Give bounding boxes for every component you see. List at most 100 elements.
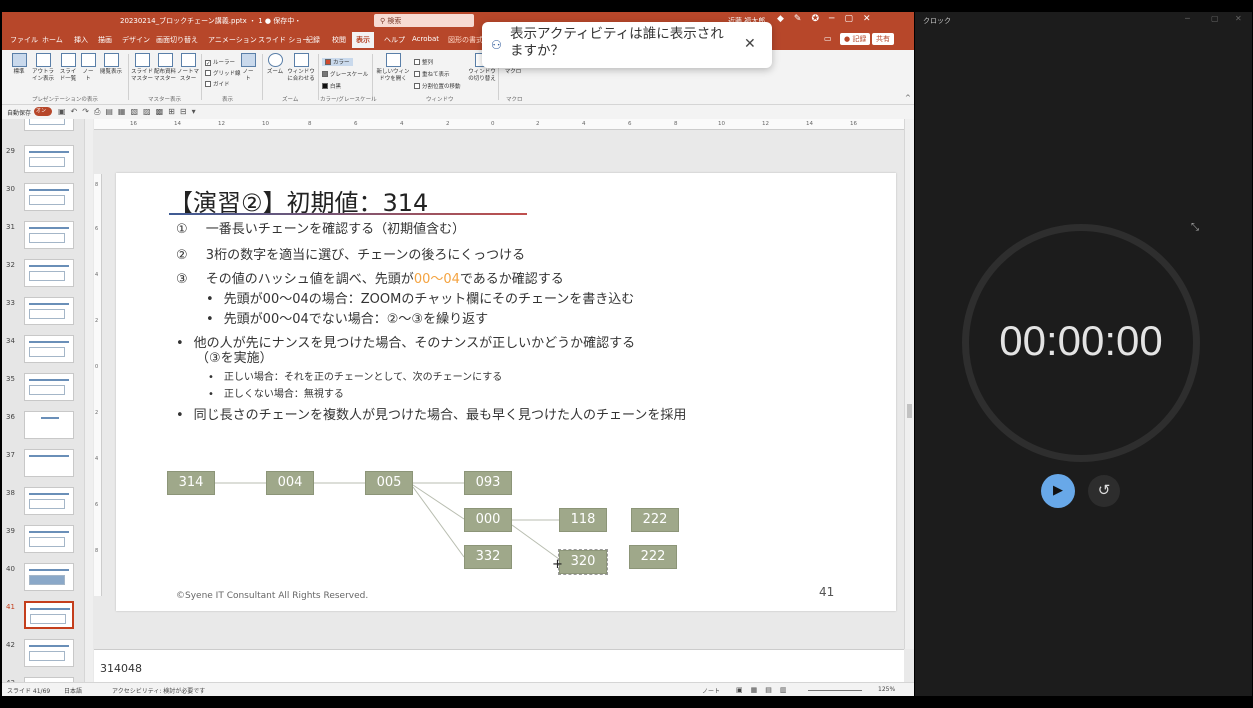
compact-overlay-icon[interactable]: ⤡: [1191, 222, 1199, 233]
color-button[interactable]: カラー: [322, 58, 353, 66]
quick-access-icons[interactable]: ▣↶↷⎙▤▦▧▨▩⊞⊟▾: [58, 107, 201, 117]
autosave-toggle[interactable]: オン: [34, 107, 52, 116]
share-button[interactable]: 共有: [872, 33, 894, 45]
minimize-icon[interactable]: ─: [829, 14, 834, 24]
record-button[interactable]: ● 記録: [840, 33, 871, 45]
chain-node[interactable]: 314: [167, 471, 215, 495]
normal-view-button[interactable]: 標準: [8, 53, 30, 76]
tab-shape-format[interactable]: 図形の書式: [448, 35, 483, 45]
close-icon[interactable]: ✕: [744, 36, 756, 52]
tab-file[interactable]: ファイル: [10, 35, 38, 45]
thumbnail-item[interactable]: 33: [6, 297, 82, 333]
thumbnail-item[interactable]: 38: [6, 487, 82, 523]
chain-node[interactable]: 004: [266, 471, 314, 495]
thumbnail-item[interactable]: 32: [6, 259, 82, 295]
chain-node[interactable]: 093: [464, 471, 512, 495]
cascade-icon: [414, 71, 420, 77]
tab-view[interactable]: 表示: [352, 32, 374, 48]
notes-page-icon: [80, 53, 96, 67]
thumbnail-item[interactable]: 30: [6, 183, 82, 219]
close-icon[interactable]: ✕: [1235, 14, 1242, 23]
chain-node[interactable]: 222: [631, 508, 679, 532]
language-indicator[interactable]: 日本語: [64, 686, 82, 695]
thumbnail-scrollbar[interactable]: [84, 119, 93, 682]
thumbnail-item[interactable]: 42: [6, 639, 82, 675]
chain-node[interactable]: 332: [464, 545, 512, 569]
ribbon: 標準 アウトライン表示 スライド一覧 ノート 閲覧表示 スライドマスター 配布資…: [2, 50, 914, 105]
thumbnail-item[interactable]: 39: [6, 525, 82, 561]
zoom-level[interactable]: 125%: [878, 686, 895, 693]
reset-button[interactable]: ↺: [1088, 475, 1120, 507]
cascade-button[interactable]: 重ねて表示: [414, 70, 450, 78]
thumbnail-item[interactable]: 31: [6, 221, 82, 257]
thumbnail-item[interactable]: 37: [6, 449, 82, 485]
tab-transitions[interactable]: 画面切り替え: [156, 35, 198, 45]
pen-icon[interactable]: ✎: [794, 14, 802, 24]
tab-record[interactable]: 記録: [306, 35, 320, 45]
handout-master-button[interactable]: 配布資料マスター: [154, 53, 176, 83]
tab-design[interactable]: デザイン: [122, 35, 150, 45]
accessibility-status[interactable]: アクセシビリティ: 検討が必要です: [112, 686, 205, 695]
thumbnail-item-selected[interactable]: 41: [6, 601, 82, 637]
chain-node[interactable]: 222: [629, 545, 677, 569]
minimize-icon[interactable]: ─: [1185, 14, 1190, 23]
notes-master-button[interactable]: ノートマスター: [177, 53, 199, 83]
chain-node-selected[interactable]: 320: [558, 549, 608, 575]
slide-master-button[interactable]: スライドマスター: [131, 53, 153, 83]
notes-toggle-button[interactable]: ノート: [240, 53, 256, 83]
play-button[interactable]: ▶: [1041, 474, 1075, 508]
guide-checkbox[interactable]: ガイド: [205, 80, 230, 88]
diamond-icon[interactable]: ◆: [777, 14, 784, 24]
tab-slideshow[interactable]: スライド ショー: [258, 35, 309, 45]
zoom-slider[interactable]: [808, 690, 862, 691]
move-split-button[interactable]: 分割位置の移動: [414, 82, 461, 90]
thumbnail-item[interactable]: 35: [6, 373, 82, 409]
notes-page-button[interactable]: ノート: [80, 53, 96, 83]
vertical-scrollbar[interactable]: [904, 119, 914, 649]
notes-toggle[interactable]: ノート: [702, 686, 720, 695]
search-box[interactable]: ⚲ 検索: [374, 14, 474, 27]
arrange-all-button[interactable]: 整列: [414, 58, 433, 66]
tab-insert[interactable]: 挿入: [74, 35, 88, 45]
scrollbar-thumb[interactable]: [907, 404, 912, 418]
outline-view-button[interactable]: アウトライン表示: [30, 53, 56, 83]
maximize-icon[interactable]: ▢: [1211, 14, 1219, 23]
comment-icon[interactable]: ▭: [824, 34, 832, 43]
thumbnail-preview: [24, 221, 74, 249]
black-white-button[interactable]: 白黒: [322, 82, 341, 90]
chain-node[interactable]: 118: [559, 508, 607, 532]
maximize-icon[interactable]: ▢: [844, 14, 853, 24]
slide-canvas[interactable]: 【演習②】初期値：314 ① 一番長いチェーンを確認する（初期値含む） ② 3桁…: [116, 173, 896, 611]
reading-view-button[interactable]: 閲覧表示: [98, 53, 124, 76]
slide-sorter-button[interactable]: スライド一覧: [58, 53, 78, 83]
notes-text[interactable]: 314048: [100, 662, 142, 675]
tab-help[interactable]: ヘルプ: [384, 35, 405, 45]
tab-animations[interactable]: アニメーション: [208, 35, 257, 45]
grayscale-button[interactable]: グレースケール: [322, 70, 368, 78]
chain-node[interactable]: 000: [464, 508, 512, 532]
new-window-button[interactable]: 新しいウィンドウを開く: [375, 53, 411, 83]
zoom-button[interactable]: ズーム: [265, 53, 285, 76]
thumbnail-item[interactable]: 40: [6, 563, 82, 599]
tab-review[interactable]: 校閲: [332, 35, 346, 45]
thumbnail-item[interactable]: 34: [6, 335, 82, 371]
checkbox-icon: [205, 70, 211, 76]
view-buttons[interactable]: ▣▦▤▥: [736, 686, 794, 694]
close-icon[interactable]: ✕: [863, 14, 871, 24]
tab-draw[interactable]: 描画: [98, 35, 112, 45]
ruler-checkbox[interactable]: ✓ ルーラー: [205, 58, 235, 67]
tab-acrobat[interactable]: Acrobat: [412, 35, 439, 43]
chain-node[interactable]: 005: [365, 471, 413, 495]
slide-master-icon: [134, 53, 150, 67]
tab-home[interactable]: ホーム: [42, 35, 63, 45]
visibility-notification[interactable]: ⚇ 表示アクティビティは誰に表示されますか？ ✕: [482, 22, 772, 68]
grid-checkbox[interactable]: グリッド線: [205, 69, 241, 77]
thumbnail-item[interactable]: 36: [6, 411, 82, 447]
collapse-ribbon-icon[interactable]: ^: [905, 94, 911, 102]
notes-pane[interactable]: 314048: [94, 649, 904, 682]
thumbnail-item[interactable]: 29: [6, 145, 82, 181]
play-icon: ▶: [1053, 483, 1063, 498]
copilot-icon[interactable]: ✪: [811, 14, 819, 24]
new-window-icon: [385, 53, 401, 67]
fit-window-button[interactable]: ウィンドウに合わせる: [287, 53, 315, 83]
